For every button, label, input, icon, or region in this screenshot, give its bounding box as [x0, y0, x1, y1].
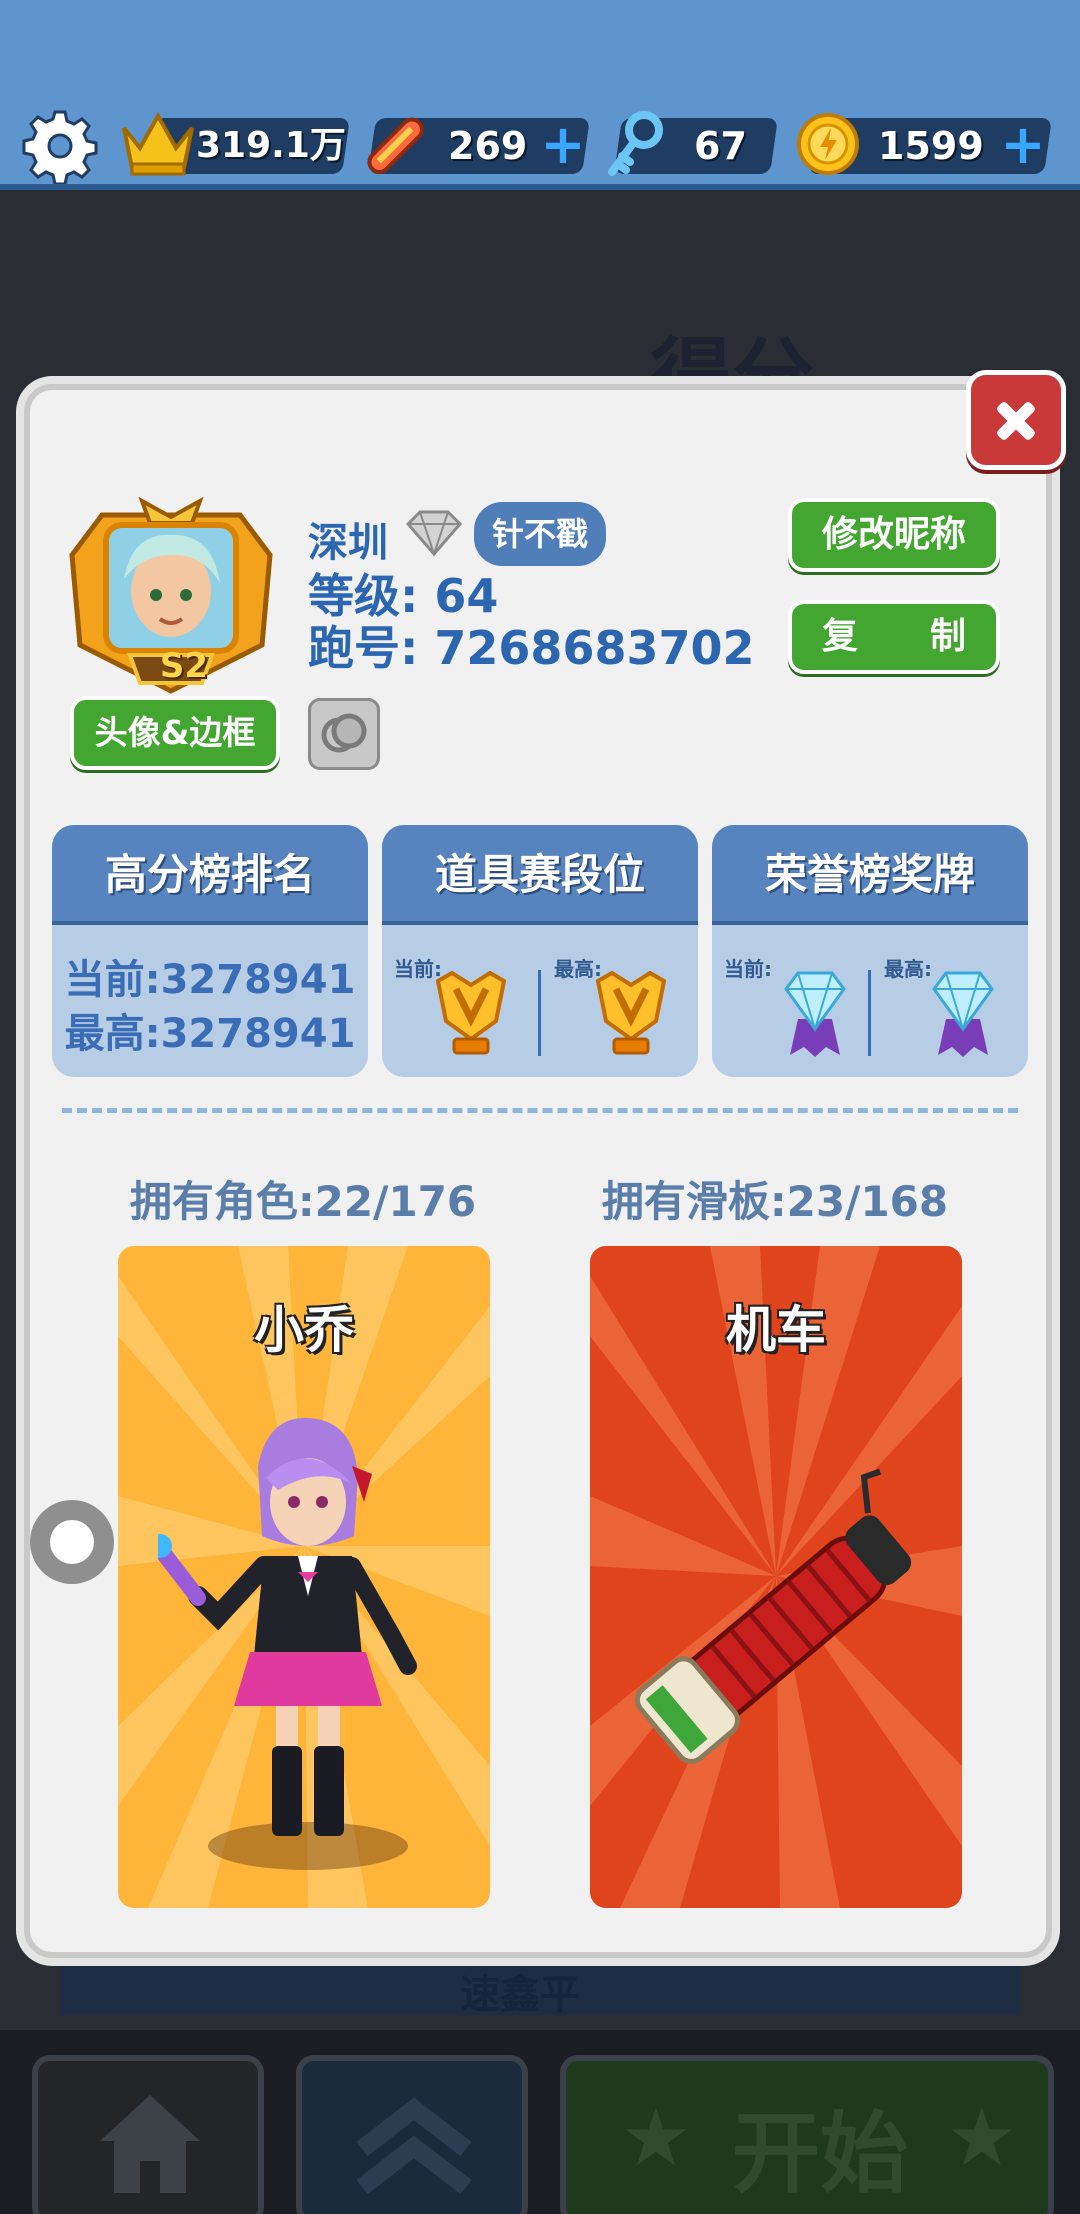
board-value: 269 [448, 124, 528, 168]
settings-gear-icon[interactable] [22, 108, 98, 184]
tier-current-trophy-icon [435, 970, 507, 1055]
background-row-name: 速鑫平 [460, 1972, 580, 2018]
double-chevron-up-icon [356, 2097, 472, 2195]
medal-current-diamond-icon [784, 971, 846, 1057]
avatar-season-label: S2 [159, 646, 209, 686]
avatar-frame-button[interactable]: 头像&边框 [70, 696, 280, 770]
leaderboard-best-value: 最高:3278941 [64, 1011, 356, 1057]
medal-best-diamond-icon [932, 971, 994, 1057]
honor-medal-card[interactable]: 荣誉榜奖牌 当前: 最高: [712, 825, 1028, 1077]
leaderboard-rank-card[interactable]: 高分榜排名 当前:3278941 最高:3278941 [52, 825, 368, 1077]
medal-best-label: 最高: [884, 957, 932, 981]
rename-button[interactable]: 修改昵称 [788, 498, 1000, 572]
diamond-rank-icon [405, 510, 463, 558]
item-race-tier-header: 道具赛段位 [382, 825, 698, 925]
start-button[interactable]: ★ 开始 ★ [560, 2055, 1054, 2214]
coin-icon [797, 113, 859, 175]
leaderboard-rank-header: 高分榜排名 [52, 825, 368, 925]
tier-divider [538, 970, 541, 1056]
crown-icon [122, 111, 194, 176]
section-divider [62, 1108, 1018, 1113]
add-boards-button[interactable]: + [540, 118, 586, 172]
star-right-icon: ★ [946, 2091, 1018, 2184]
medal-current-label: 当前: [724, 957, 772, 981]
copy-id-button[interactable]: 复 制 [788, 600, 1000, 674]
close-button[interactable] [966, 370, 1066, 470]
key-value: 67 [694, 124, 747, 168]
board-name: 机车 [726, 1301, 826, 1359]
title-badge: 针不戳 [474, 502, 606, 566]
owned-boards-label: 拥有滑板:23/168 [601, 1177, 949, 1226]
owned-characters-label: 拥有角色:22/176 [129, 1177, 477, 1226]
coins-icon [321, 713, 367, 753]
honor-medal-header: 荣誉榜奖牌 [712, 825, 1028, 925]
tier-best-trophy-icon [595, 970, 667, 1055]
start-label: 开始 [732, 2102, 909, 2205]
star-left-icon: ★ [620, 2091, 692, 2184]
skateboard-icon [367, 117, 424, 174]
medal-toggle-button[interactable] [308, 698, 380, 770]
character-showcase[interactable]: 小乔 [118, 1246, 490, 1908]
motorbike-board-figure [634, 1468, 912, 1764]
key-icon [608, 111, 663, 176]
add-coins-button[interactable]: + [1000, 118, 1046, 172]
medal-divider [868, 970, 871, 1056]
item-race-tier-card[interactable]: 道具赛段位 当前: 最高: [382, 825, 698, 1077]
home-button[interactable] [32, 2055, 264, 2214]
upgrades-button[interactable] [296, 2055, 528, 2214]
character-name: 小乔 [254, 1301, 354, 1359]
coin-value: 1599 [878, 124, 984, 168]
crown-value: 319.1万 [196, 125, 346, 166]
run-id-label: 跑号: 7268683702 [308, 621, 755, 675]
leaderboard-current-value: 当前:3278941 [64, 957, 356, 1003]
character-figure [158, 1417, 417, 1870]
home-icon [100, 2095, 200, 2193]
floating-assistant-button[interactable] [30, 1500, 114, 1584]
board-showcase[interactable]: 机车 [590, 1246, 962, 1908]
top-currency-bar: 319.1万 269 + 67 1599 + [0, 0, 1080, 190]
